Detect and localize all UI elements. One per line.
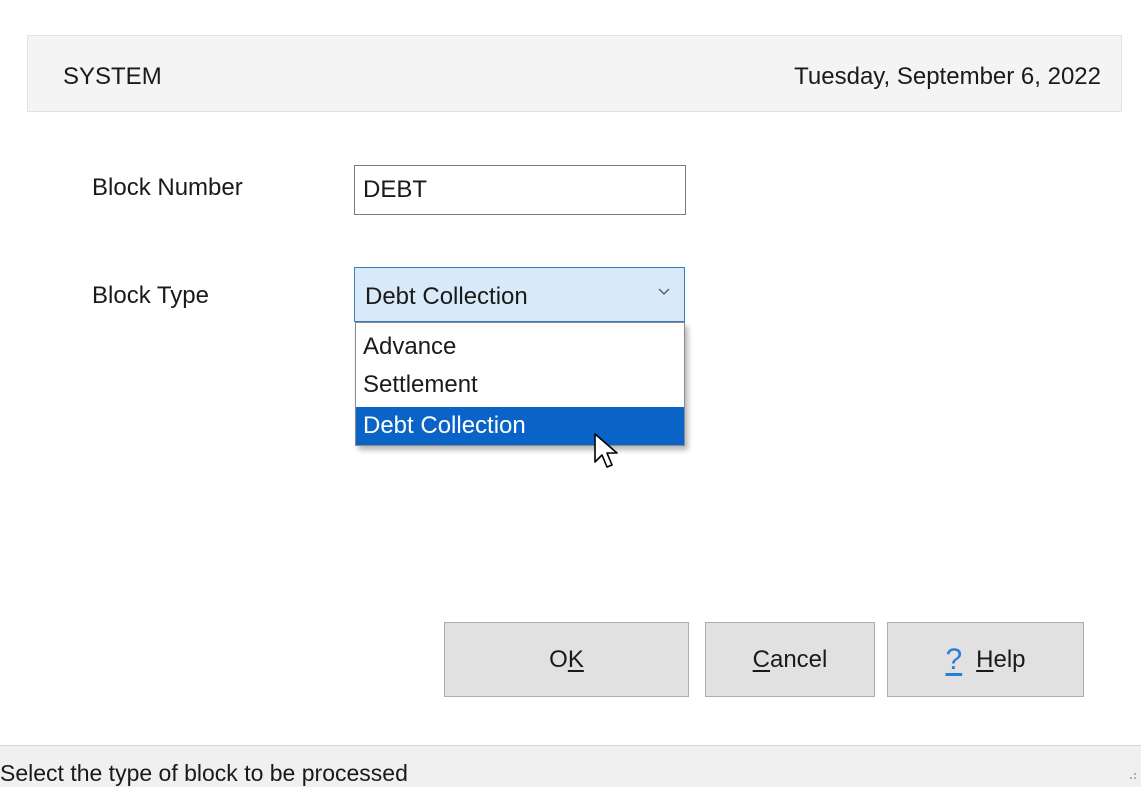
status-text: Select the type of block to be processed [0,760,408,786]
option-debt-collection[interactable]: Debt Collection [356,407,684,445]
status-bar: Select the type of block to be processed [0,745,1141,787]
user-name: SYSTEM [63,63,162,90]
header-bar: SYSTEM Tuesday, September 6, 2022 [27,35,1122,112]
help-button[interactable]: ? Help [887,622,1084,697]
block-type-selected-value: Debt Collection [365,283,528,310]
mouse-pointer-icon [594,433,618,468]
option-advance[interactable]: Advance [356,327,684,365]
cancel-label: Cancel [752,645,828,673]
help-label: Help [976,645,1026,673]
block-type-label: Block Type [92,282,209,309]
resize-grip-icon[interactable] [1127,771,1137,783]
ok-button[interactable]: OK [444,622,689,697]
block-number-input[interactable] [354,165,686,215]
block-type-select[interactable]: Debt Collection [354,267,685,322]
help-question-icon: ? [945,642,963,676]
ok-label: OK [549,645,584,673]
option-settlement[interactable]: Settlement [356,366,684,404]
current-date: Tuesday, September 6, 2022 [794,63,1101,90]
cancel-button[interactable]: Cancel [705,622,875,697]
chevron-down-icon [658,288,670,295]
block-type-dropdown-list: Advance Settlement Debt Collection [355,322,685,446]
block-number-label: Block Number [92,174,243,201]
